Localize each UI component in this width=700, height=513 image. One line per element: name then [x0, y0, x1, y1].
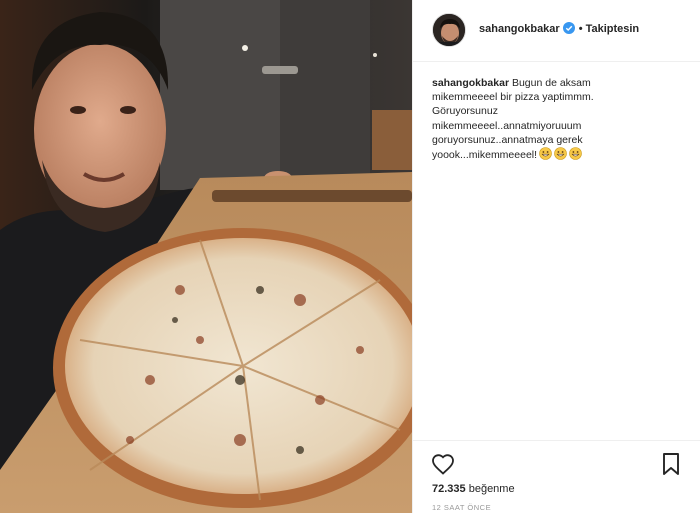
post-actions: 72.335 beğenme 12 SAAT ÖNCE: [413, 440, 700, 513]
verified-badge-icon: [562, 22, 575, 34]
avatar[interactable]: [432, 13, 466, 47]
post-photo[interactable]: [0, 0, 412, 513]
post-sidebar: sahangokbakar • Takiptesin sahangokbakar B…: [412, 0, 700, 513]
pizza-selfie-image: [0, 0, 412, 513]
post-timestamp[interactable]: 12 SAAT ÖNCE: [432, 503, 491, 512]
grinning-face-emoji-icon: [537, 147, 552, 161]
post-header: sahangokbakar • Takiptesin: [413, 0, 700, 62]
username-link[interactable]: sahangokbakar: [479, 23, 560, 35]
grinning-face-emoji-icon: [552, 147, 567, 161]
post-caption: sahangokbakar Bugun de aksam mikemmeeeel…: [432, 76, 642, 162]
likes-label: beğenme: [465, 483, 515, 495]
bookmark-icon[interactable]: [661, 452, 681, 476]
likes-count[interactable]: 72.335 beğenme: [432, 483, 515, 495]
separator-dot: •: [578, 23, 583, 35]
avatar-image: [433, 14, 465, 46]
caption-username-link[interactable]: sahangokbakar: [432, 77, 509, 89]
likes-number: 72.335: [432, 483, 466, 495]
username-row: sahangokbakar • Takiptesin: [479, 22, 639, 35]
heart-icon[interactable]: [431, 453, 455, 475]
grinning-face-emoji-icon: [567, 147, 582, 161]
following-button[interactable]: Takiptesin: [586, 23, 640, 35]
